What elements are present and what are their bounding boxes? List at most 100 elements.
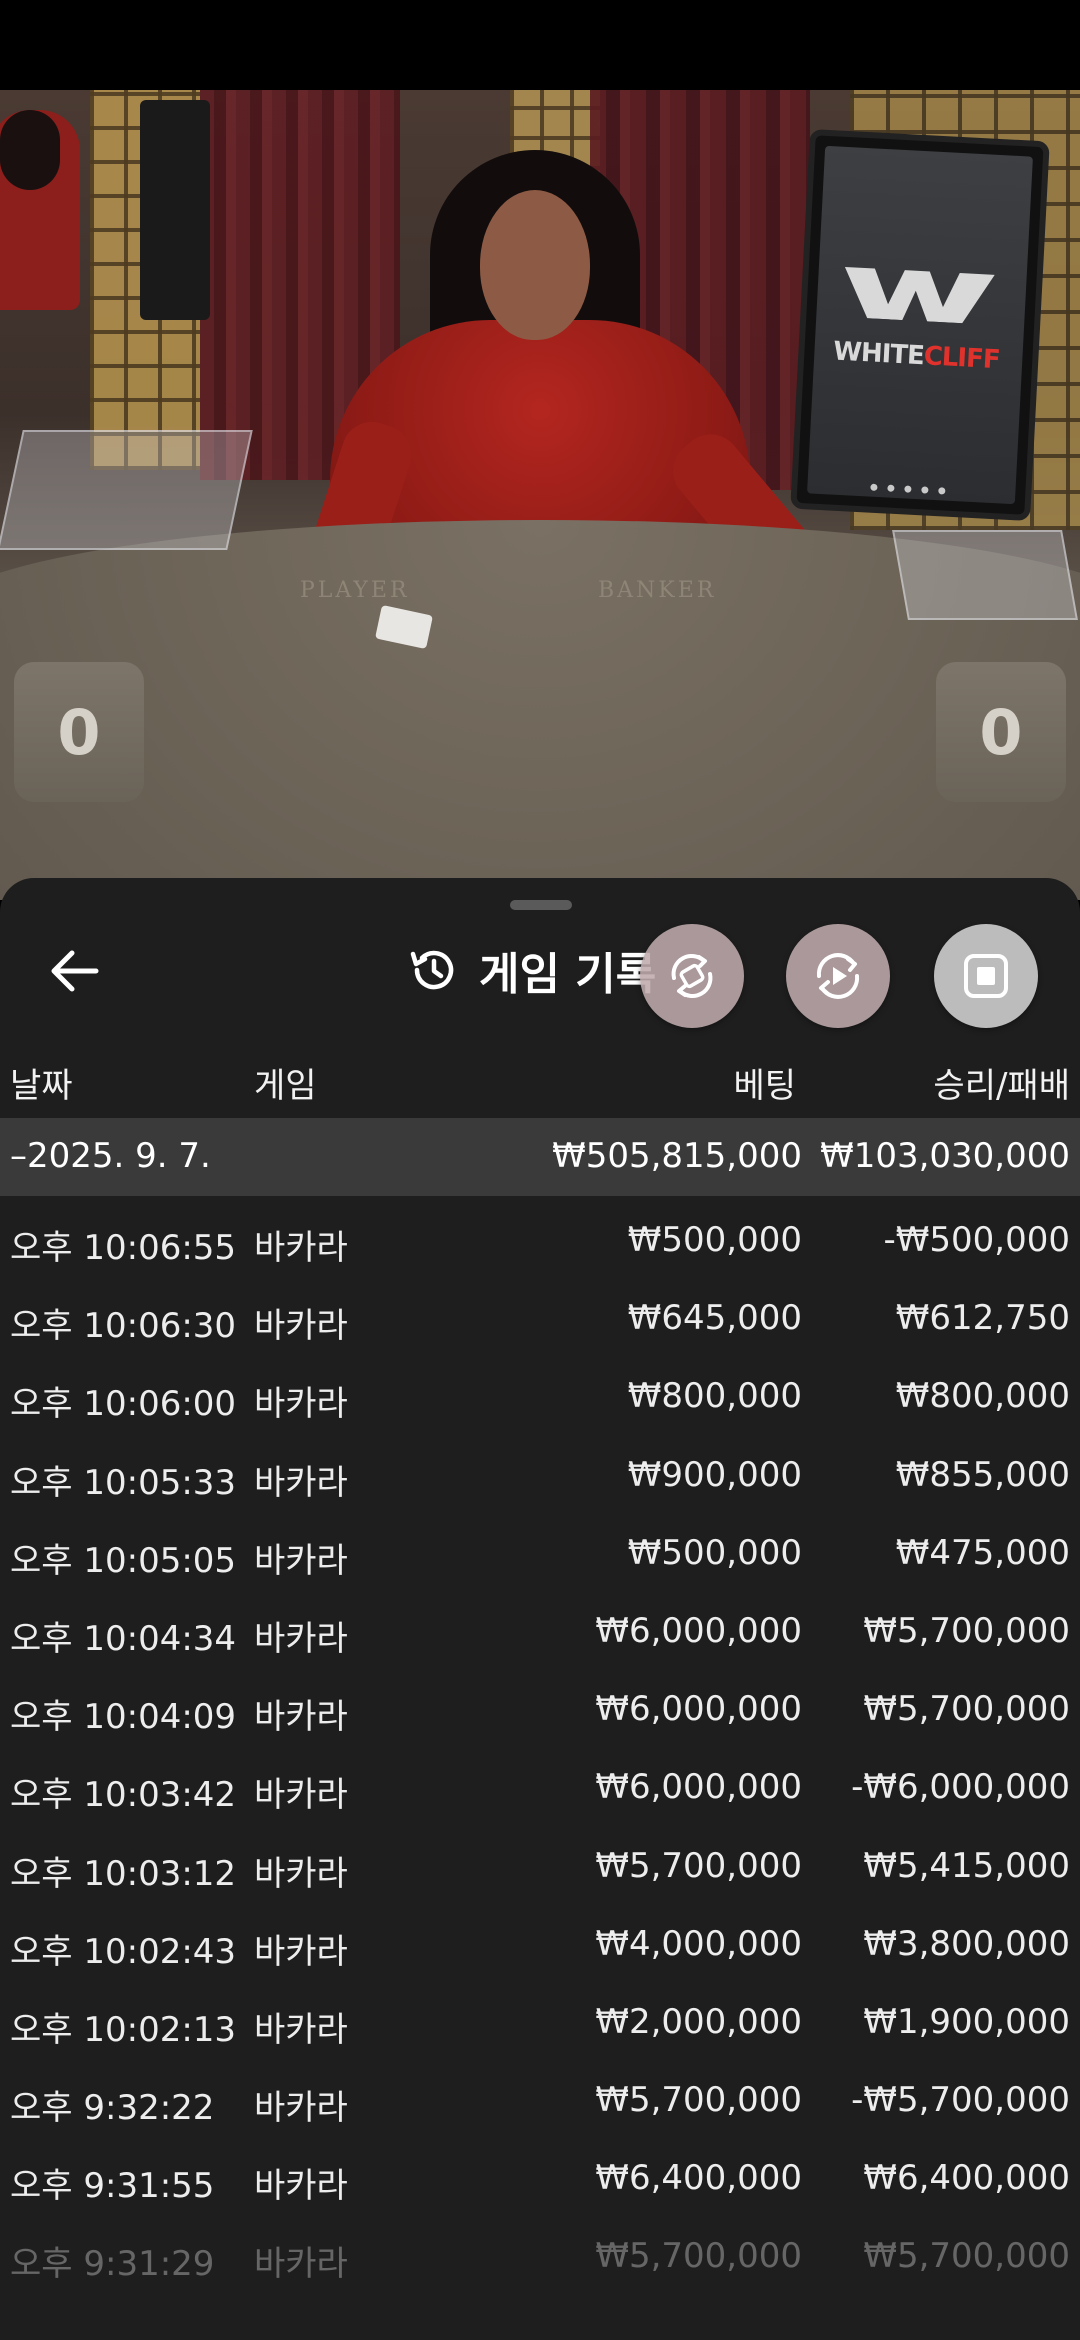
row-game: 바카라 — [254, 2166, 348, 2207]
row-bet: ₩800,000 — [627, 1376, 802, 1417]
row-time: 오후 9:32:22 — [10, 2088, 215, 2129]
table-row[interactable]: 오후 10:06:30 바카라 ₩645,000 ₩612,750 — [0, 1280, 1080, 1358]
live-video[interactable]: WHITECLIFF PLAYER BANKER — [0, 90, 1080, 900]
column-header-game[interactable]: 게임 — [254, 1058, 317, 1107]
row-result: ₩1,900,000 — [863, 2001, 1070, 2042]
row-time: 오후 10:05:05 — [10, 1540, 237, 1581]
row-time: 오후 10:06:00 — [10, 1384, 237, 1425]
history-icon — [410, 950, 454, 990]
table-row[interactable]: 오후 10:06:00 바카라 ₩800,000 ₩800,000 — [0, 1358, 1080, 1436]
row-time: 오후 9:31:55 — [10, 2166, 215, 2207]
row-game: 바카라 — [254, 1462, 348, 1503]
sheet-drag-handle[interactable] — [510, 900, 572, 910]
arrow-left-icon — [51, 950, 99, 992]
row-bet: ₩500,000 — [627, 1532, 802, 1573]
row-time: 오후 10:02:43 — [10, 1931, 237, 1972]
row-result: ₩6,400,000 — [863, 2158, 1070, 2199]
row-time: 오후 10:06:55 — [10, 1228, 237, 1268]
app-screen: WHITECLIFF PLAYER BANKER 0 0 게임 기록 날짜 게임… — [0, 0, 1080, 2340]
row-game: 바카라 — [254, 2088, 348, 2129]
table-label-banker: BANKER — [598, 578, 717, 603]
row-time: 오후 10:04:34 — [10, 1618, 237, 1659]
table-row[interactable]: 오후 10:04:09 바카라 ₩6,000,000 ₩5,700,000 — [0, 1671, 1080, 1749]
monitor-screen — [807, 145, 1033, 505]
whitecliff-logo-icon — [844, 266, 995, 324]
row-result: ₩855,000 — [895, 1454, 1070, 1495]
page-title: 게임 기록 — [405, 930, 656, 1010]
row-time: 오후 10:03:12 — [10, 1853, 237, 1894]
history-list: 오후 10:06:55 바카라 ₩500,000 -₩500,000 오후 10:06… — [0, 1202, 1080, 2297]
table-row[interactable]: 오후 9:31:55 바카라 ₩6,400,000 ₩6,400,000 — [0, 2140, 1080, 2218]
row-time: 오후 10:05:33 — [10, 1462, 237, 1503]
row-result: -₩500,000 — [883, 1220, 1071, 1260]
table-row[interactable]: 오후 10:02:13 바카라 ₩2,000,000 ₩1,900,000 — [0, 1984, 1080, 2062]
table-row[interactable]: 오후 10:05:05 바카라 ₩500,000 ₩475,000 — [0, 1515, 1080, 1593]
row-result: ₩612,750 — [895, 1298, 1070, 1339]
row-game: 바카라 — [254, 1775, 348, 1816]
table-row[interactable]: 오후 10:06:55 바카라 ₩500,000 -₩500,000 — [0, 1202, 1080, 1280]
day-summary-row[interactable]: –2025. 9. 7. ₩505,815,000 ₩103,030,000 — [0, 1118, 1080, 1196]
row-bet: ₩900,000 — [627, 1454, 802, 1495]
row-result: -₩5,700,000 — [851, 2080, 1070, 2121]
row-bet: ₩6,400,000 — [595, 2158, 802, 2199]
row-bet: ₩6,000,000 — [595, 1689, 802, 1730]
column-header-result[interactable]: 승리/패배 — [933, 1058, 1070, 1107]
banker-score: 0 — [936, 662, 1066, 802]
table-row[interactable]: 오후 10:03:42 바카라 ₩6,000,000 -₩6,000,000 — [0, 1749, 1080, 1827]
card-shoe-left — [0, 430, 253, 550]
row-time: 오후 10:04:09 — [10, 1697, 237, 1738]
back-button[interactable] — [40, 936, 110, 1006]
table-header: 날짜 게임 베팅 승리/패배 — [0, 1038, 1080, 1118]
summary-bet-total: ₩505,815,000 — [552, 1136, 802, 1176]
row-game: 바카라 — [254, 1306, 348, 1347]
summary-date: –2025. 9. 7. — [10, 1136, 211, 1176]
replay-icon — [816, 953, 860, 999]
table-row[interactable]: 오후 10:04:34 바카라 ₩6,000,000 ₩5,700,000 — [0, 1593, 1080, 1671]
row-bet: ₩645,000 — [627, 1298, 802, 1339]
status-bar — [0, 0, 1080, 90]
row-result: ₩800,000 — [895, 1376, 1070, 1417]
row-result: ₩5,700,000 — [863, 1689, 1070, 1730]
row-bet: ₩2,000,000 — [595, 2001, 802, 2042]
table-row[interactable]: 오후 10:02:43 바카라 ₩4,000,000 ₩3,800,000 — [0, 1906, 1080, 1984]
replay-button[interactable] — [786, 924, 890, 1028]
auto-rotate-button[interactable] — [640, 924, 744, 1028]
side-dealer-head — [0, 110, 60, 190]
table-row[interactable]: 오후 9:32:22 바카라 ₩5,700,000 -₩5,700,000 — [0, 2062, 1080, 2140]
row-result: ₩475,000 — [895, 1532, 1070, 1573]
row-bet: ₩5,700,000 — [595, 1845, 802, 1886]
row-game: 바카라 — [254, 2009, 348, 2050]
dealer-face — [480, 190, 590, 340]
column-header-bet[interactable]: 베팅 — [733, 1058, 796, 1107]
row-result: ₩5,700,000 — [863, 1610, 1070, 1651]
row-bet: ₩500,000 — [627, 1220, 802, 1260]
row-time: 오후 10:06:30 — [10, 1306, 237, 1347]
stop-icon — [964, 954, 1008, 998]
table-label-player: PLAYER — [300, 578, 410, 603]
row-result: ₩5,700,000 — [863, 2236, 1070, 2277]
table-row[interactable]: 오후 9:31:29 바카라 ₩5,700,000 ₩5,700,000 — [0, 2218, 1080, 2296]
table-row[interactable]: 오후 10:03:12 바카라 ₩5,700,000 ₩5,415,000 — [0, 1828, 1080, 1906]
column-header-date[interactable]: 날짜 — [10, 1058, 73, 1107]
stop-button[interactable] — [934, 924, 1038, 1028]
row-game: 바카라 — [254, 1384, 348, 1425]
player-score: 0 — [14, 662, 144, 802]
row-bet: ₩6,000,000 — [595, 1610, 802, 1651]
card-shoe-right — [892, 530, 1078, 620]
row-bet: ₩4,000,000 — [595, 1923, 802, 1964]
row-time: 오후 10:02:13 — [10, 2009, 237, 2050]
row-game: 바카라 — [254, 1618, 348, 1659]
table-row[interactable]: 오후 10:05:33 바카라 ₩900,000 ₩855,000 — [0, 1437, 1080, 1515]
row-bet: ₩6,000,000 — [595, 1767, 802, 1808]
row-result: ₩3,800,000 — [863, 1923, 1070, 1964]
row-result: -₩6,000,000 — [851, 1767, 1070, 1808]
row-bet: ₩5,700,000 — [595, 2236, 802, 2277]
row-time: 오후 9:31:29 — [10, 2244, 215, 2285]
row-game: 바카라 — [254, 1540, 348, 1581]
row-game: 바카라 — [254, 1931, 348, 1972]
row-result: ₩5,415,000 — [863, 1845, 1070, 1886]
row-game: 바카라 — [254, 1697, 348, 1738]
row-game: 바카라 — [254, 1853, 348, 1894]
brand-monitor: WHITECLIFF — [790, 128, 1050, 522]
row-game: 바카라 — [254, 1228, 348, 1268]
